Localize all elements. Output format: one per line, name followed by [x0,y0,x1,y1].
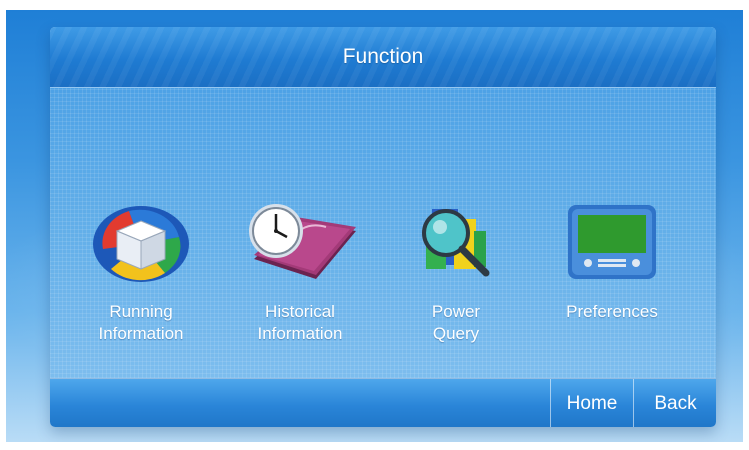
function-panel: Function Running Information Historical … [50,27,716,427]
power-query-label: Power Query [431,302,481,343]
title-bar: Function [50,27,716,88]
home-label: Home [566,392,618,414]
home-button[interactable]: Home [550,379,633,427]
magnifier-query-icon [422,209,490,277]
monitor-settings-icon [568,205,656,279]
running-information-label: Running Information [98,302,184,343]
history-clock-book-icon [249,204,356,279]
running-info-cube-icon [93,206,189,282]
preferences-label: Preferences [566,302,658,321]
back-button[interactable]: Back [633,379,716,427]
function-grid: Running Information Historical Informati… [50,88,716,378]
page-title: Function [342,45,424,68]
hmi-screen: Function Running Information Historical … [6,10,743,442]
bottom-nav-bar: Home Back [50,378,716,427]
back-label: Back [654,392,697,414]
historical-information-label: Historical Information [257,302,343,343]
